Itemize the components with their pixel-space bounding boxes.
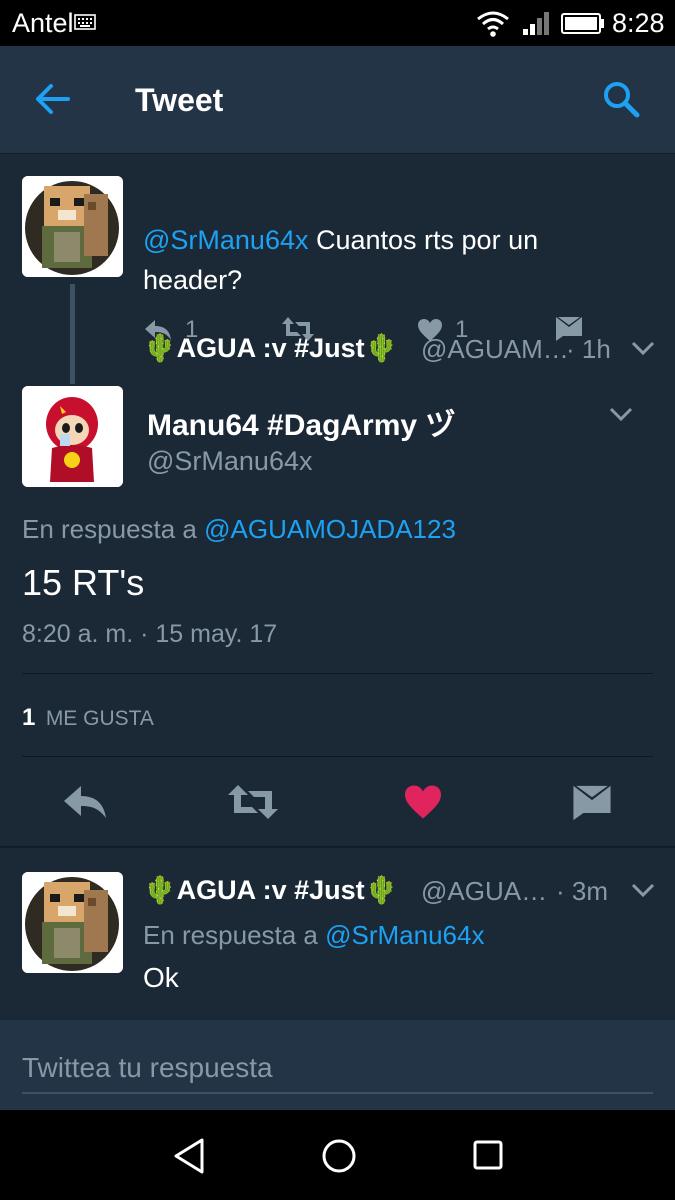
app-bar: Tweet: [0, 46, 675, 154]
author-handle[interactable]: @SrManu64x: [147, 446, 312, 477]
tweet-text: Ok: [143, 962, 179, 993]
tweet-text-part: Cuantos rts por un: [308, 225, 539, 255]
reply-icon[interactable]: [62, 784, 108, 820]
avatar[interactable]: [22, 386, 123, 487]
tweet-text: @SrManu64x Cuantos rts por un header?: [143, 220, 643, 300]
nav-back-icon[interactable]: [172, 1137, 206, 1175]
nav-recents-icon[interactable]: [472, 1139, 504, 1171]
nav-home-icon[interactable]: [320, 1137, 358, 1175]
in-reply-to: En respuesta a @SrManu64x: [143, 920, 484, 951]
section-divider: [0, 846, 675, 848]
in-reply-link[interactable]: @SrManu64x: [325, 920, 484, 950]
like-button[interactable]: 1: [417, 316, 468, 344]
carrier-label: Antel: [12, 8, 74, 38]
author-name[interactable]: 🌵AGUA :v #Just🌵: [143, 874, 398, 906]
clock-time: 8:28: [612, 8, 665, 38]
retweet-icon[interactable]: [227, 784, 279, 820]
mention-link[interactable]: @SrManu64x: [143, 225, 308, 255]
in-reply-to: En respuesta a @AGUAMOJADA123: [22, 514, 456, 545]
avatar-image: [22, 176, 123, 277]
search-icon[interactable]: [602, 80, 640, 118]
divider: [22, 673, 653, 674]
avatar-image: [22, 386, 123, 487]
chevron-down-icon[interactable]: [630, 882, 656, 898]
likes-count: 1: [22, 704, 36, 731]
divider: [22, 756, 653, 757]
like-count: 1: [455, 316, 469, 343]
reply-input[interactable]: [22, 1044, 653, 1094]
likes-summary[interactable]: 1 ME GUSTA: [22, 704, 154, 732]
direct-message-icon: [556, 317, 582, 341]
direct-message-icon[interactable]: [572, 784, 612, 822]
heart-icon: [418, 319, 442, 341]
avatar-image: [22, 872, 123, 973]
back-arrow-icon[interactable]: [34, 82, 72, 116]
keyboard-icon: [74, 14, 96, 30]
tweet-actions: 1 1: [143, 316, 643, 346]
battery-icon: [561, 13, 604, 34]
avatar[interactable]: [22, 872, 123, 973]
direct-message-button[interactable]: [555, 316, 583, 342]
in-reply-label: En respuesta a: [22, 514, 205, 544]
author-name[interactable]: Manu64 #DagArmy ヅ: [147, 400, 455, 444]
signal-icon: [523, 12, 549, 35]
tweet-time: · 3m: [556, 876, 608, 906]
wifi-icon: [477, 11, 509, 37]
retweet-icon: [282, 317, 314, 341]
tweet-text-part: header?: [143, 265, 243, 295]
avatar[interactable]: [22, 176, 123, 277]
retweet-button[interactable]: [281, 316, 315, 342]
chevron-down-icon[interactable]: [608, 406, 634, 422]
reply-composer: [0, 1020, 675, 1110]
in-reply-link[interactable]: @AGUAMOJADA123: [204, 514, 456, 544]
system-nav-bar: [0, 1110, 675, 1200]
page-title: Tweet: [135, 82, 224, 118]
status-bar: Antel 8:28: [0, 0, 675, 46]
tweet-text: 15 RT's: [22, 562, 145, 603]
in-reply-label: En respuesta a: [143, 920, 326, 950]
thread-connector: [70, 284, 75, 384]
reply-button[interactable]: 1: [143, 316, 198, 344]
tweet-thread[interactable]: 🌵AGUA :v #Just🌵 @AGUAM… · 1h @SrManu64x …: [0, 154, 675, 1020]
author-handle[interactable]: @AGUA…: [421, 876, 547, 907]
reply-icon: [145, 320, 171, 340]
reply-count: 1: [185, 316, 199, 343]
likes-label: ME GUSTA: [45, 707, 154, 730]
tweet-timestamp: 8:20 a. m. · 15 may. 17: [22, 620, 278, 648]
heart-icon[interactable]: [403, 784, 443, 820]
